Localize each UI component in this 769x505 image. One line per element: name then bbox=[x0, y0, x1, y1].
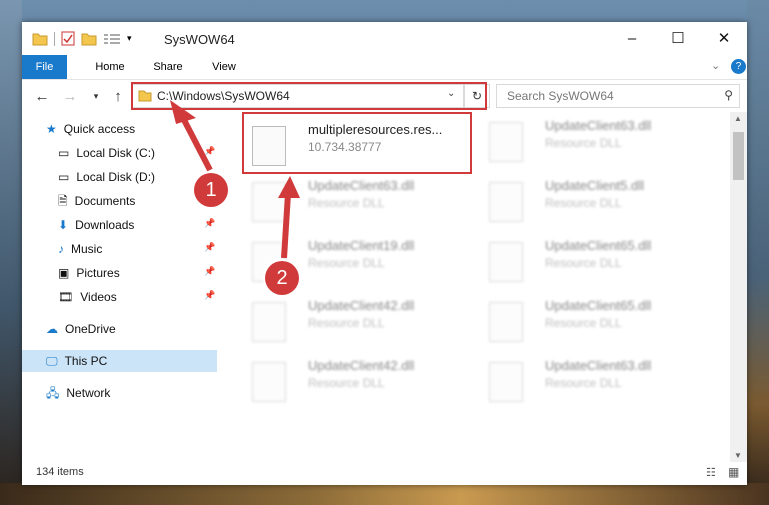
step-badge-two: 2 bbox=[265, 261, 299, 295]
arrow-two-head bbox=[278, 176, 300, 198]
arrow-two bbox=[281, 193, 291, 259]
step-badge-one: 1 bbox=[194, 173, 228, 207]
arrow-one-head bbox=[170, 100, 196, 124]
arrow-one bbox=[179, 114, 213, 172]
annotation-arrows bbox=[170, 100, 300, 259]
